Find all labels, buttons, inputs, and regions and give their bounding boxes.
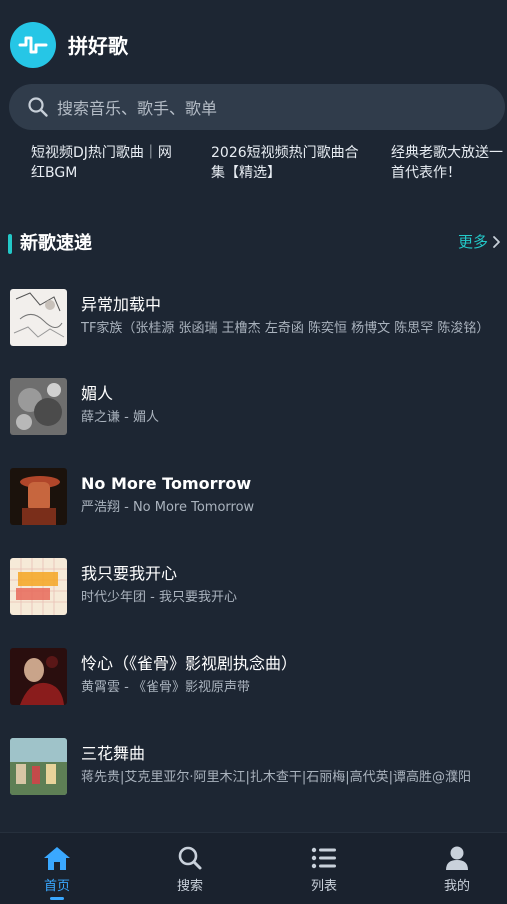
album-cover	[10, 738, 67, 795]
tab-home[interactable]: 首页	[17, 845, 97, 903]
song-title: 媚人	[81, 384, 114, 403]
bottom-tab-bar: 首页 搜索 列表 我的	[0, 832, 507, 904]
tab-profile[interactable]: 我的	[417, 845, 497, 903]
hot-search-item[interactable]: 短视频DJ热门歌曲｜网红BGM	[31, 143, 181, 183]
song-title: No More Tomorrow	[81, 474, 252, 493]
search-placeholder: 搜索音乐、歌手、歌单	[57, 99, 218, 118]
chevron-right-icon	[493, 236, 500, 248]
search-icon	[28, 97, 48, 117]
waveform-logo-icon	[18, 36, 48, 54]
song-subtitle: 严浩翔 - No More Tomorrow	[81, 500, 255, 515]
song-title: 三花舞曲	[81, 744, 146, 763]
hot-search-row: 短视频DJ热门歌曲｜网红BGM 2026短视频热门歌曲合集【精选】 经典老歌大放…	[0, 143, 507, 183]
home-icon	[44, 847, 70, 870]
list-icon	[311, 847, 336, 869]
app-title: 拼好歌	[68, 34, 128, 58]
album-cover	[10, 378, 67, 435]
active-tab-indicator	[50, 897, 64, 900]
tab-list[interactable]: 列表	[284, 845, 364, 903]
song-item[interactable]: 异常加载中 TF家族（张桂源 张函瑞 王橹杰 左奇函 陈奕恒 杨博文 陈思罕 陈…	[0, 289, 507, 349]
tab-search[interactable]: 搜索	[150, 845, 230, 903]
album-cover	[10, 558, 67, 615]
song-item[interactable]: 媚人 薛之谦 - 媚人	[0, 378, 507, 438]
tab-label: 我的	[443, 879, 470, 894]
song-item[interactable]: 我只要我开心 时代少年团 - 我只要我开心	[0, 558, 507, 618]
song-subtitle: 黄霄雲 - 《雀骨》影视原声带	[81, 680, 250, 695]
more-label: 更多	[457, 233, 488, 251]
tab-label: 列表	[310, 879, 337, 894]
song-title: 我只要我开心	[81, 564, 178, 583]
app-header: 拼好歌	[0, 0, 507, 80]
song-item[interactable]: 怜心（《雀骨》影视剧执念曲） 黄霄雲 - 《雀骨》影视原声带	[0, 648, 507, 708]
song-subtitle: 蒋先贵|艾克里亚尔·阿里木江|扎木查干|石丽梅|高代英|谭高胜@濮阳	[81, 770, 472, 785]
song-item[interactable]: 三花舞曲 蒋先贵|艾克里亚尔·阿里木江|扎木查干|石丽梅|高代英|谭高胜@濮阳	[0, 738, 507, 798]
hot-search-item[interactable]: 2026短视频热门歌曲合集【精选】	[211, 143, 361, 183]
section-title: 新歌速递	[20, 233, 92, 254]
hot-search-item[interactable]: 经典老歌大放送一首代表作！	[391, 143, 507, 183]
user-icon	[446, 846, 468, 870]
new-songs-header: 新歌速递 更多	[0, 228, 507, 258]
more-link[interactable]: 更多	[458, 230, 501, 254]
search-bar[interactable]: 搜索音乐、歌手、歌单	[9, 84, 505, 130]
app-logo	[10, 22, 56, 68]
song-subtitle: 时代少年团 - 我只要我开心	[81, 590, 237, 605]
album-cover	[10, 468, 67, 525]
tab-label: 首页	[43, 879, 70, 894]
song-title: 异常加载中	[81, 295, 162, 314]
search-icon	[178, 846, 202, 870]
section-accent-bar	[8, 234, 12, 254]
song-title: 怜心（《雀骨》影视剧执念曲）	[81, 654, 298, 673]
album-cover	[10, 648, 67, 705]
song-item[interactable]: No More Tomorrow 严浩翔 - No More Tomorrow	[0, 468, 507, 528]
tab-label: 搜索	[176, 879, 203, 894]
album-cover	[10, 289, 67, 346]
song-subtitle: TF家族（张桂源 张函瑞 王橹杰 左奇函 陈奕恒 杨博文 陈思罕 陈浚铭）	[81, 321, 490, 336]
song-subtitle: 薛之谦 - 媚人	[81, 410, 159, 425]
